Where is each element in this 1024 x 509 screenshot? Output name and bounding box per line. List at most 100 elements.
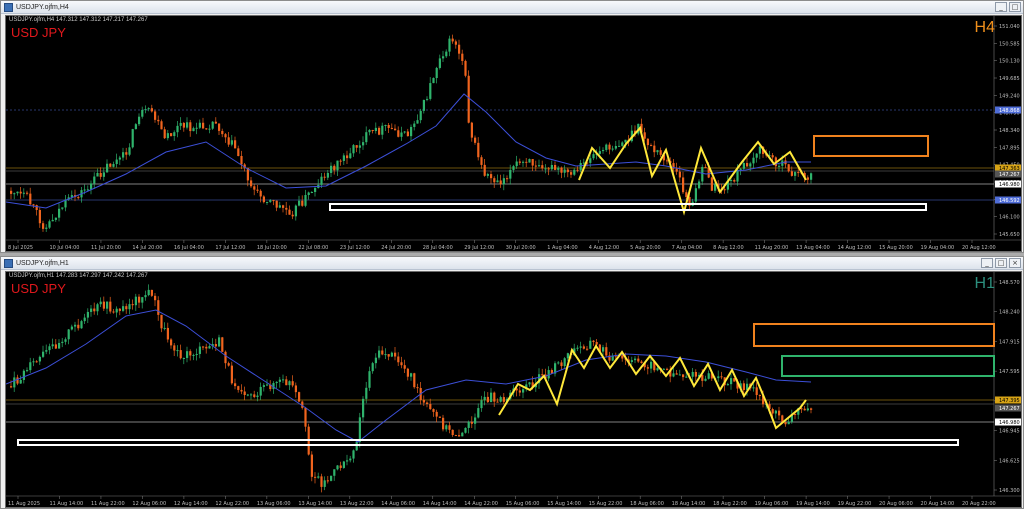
candle-body [221,337,224,352]
minimize-button[interactable]: _ [995,2,1007,12]
candle-body [787,421,790,425]
maximize-button[interactable]: □ [1009,2,1021,12]
candle-body [259,386,262,396]
candle-body [96,304,99,312]
candle-body [438,58,441,68]
price-badge-label: 147.267 [999,406,1020,412]
candle-body [477,408,480,418]
candle-body [371,363,374,372]
time-axis-label: 12 Aug 06:00 [132,501,166,507]
candle-body [429,83,432,99]
candle-body [771,155,774,158]
candle-body [582,346,585,349]
candle-body [51,219,54,222]
close-button[interactable]: × [1009,258,1021,268]
candle-body [445,51,448,57]
candle-body [650,361,653,369]
candle-body [490,174,493,179]
time-axis-label: 20 Aug 22:00 [962,501,996,507]
candle-body [573,169,576,175]
h4-chart-area[interactable]: 151.040 150.585 150.130 149.685 149.240 148.7… [5,15,1022,252]
candle-body [157,300,160,315]
candle-body [131,129,134,148]
candle-body [400,132,403,137]
h1-window-title: USDJPY.ojfm,H1 [16,259,69,267]
candle-body [10,190,13,194]
time-axis-label: 5 Aug 20:00 [630,245,661,251]
candle-body [378,127,381,135]
candle-body [653,145,656,153]
time-axis-label: 1 Aug 04:00 [547,245,578,251]
support-zone-box [329,203,927,211]
candle-body [310,192,313,194]
candle-body [74,324,77,327]
candle-body [227,363,230,366]
candle-body [752,157,755,164]
candle-body [589,158,592,163]
time-axis-label: 13 Aug 04:00 [796,245,830,251]
candle-body [416,387,419,389]
candle-body [224,351,227,364]
h4-window-titlebar[interactable]: USDJPY.ojfm,H4 _ □ [1,1,1023,14]
candle-body [214,344,217,347]
h1-window-titlebar[interactable]: USDJPY.ojfm,H1 _ □ × [1,257,1023,270]
h4-chart-canvas[interactable]: 151.040150.585150.130149.685149.240148.7… [6,16,1022,252]
candle-body [234,383,237,387]
candle-body [80,321,83,329]
h1-chart-area[interactable]: 148.570148.240147.915147.595147.270146.9… [5,271,1022,508]
price-axis-label: 149.685 [999,76,1020,82]
candle-body [90,308,93,312]
candle-body [579,163,582,171]
candle-body [214,121,217,124]
candle-body [262,196,265,203]
candle-body [198,346,201,354]
candle-body [256,189,259,191]
candle-body [106,163,109,173]
candle-body [266,201,269,203]
time-axis-label: 13 Aug 22:00 [340,501,374,507]
price-axis-label: 151.040 [999,24,1020,30]
candle-body [163,129,166,139]
candle-body [333,469,336,476]
candle-body [38,210,41,224]
candle-body [179,350,182,359]
candle-body [579,346,582,348]
candle-body [186,122,189,128]
candle-body [730,378,733,385]
price-axis-label: 146.625 [999,458,1020,464]
time-axis-label: 23 Jul 12:00 [340,245,370,251]
candle-body [368,371,371,388]
candle-body [806,177,809,180]
candle-body [77,197,80,199]
minimize-button[interactable]: _ [981,258,993,268]
candle-body [544,168,547,170]
candle-body [714,184,717,191]
candle-body [467,421,470,428]
candle-body [442,417,445,430]
candle-body [134,296,137,306]
candle-body [566,169,569,173]
candle-body [262,385,265,387]
candle-body [294,205,297,217]
chart-window-icon [4,258,13,268]
candle-body [48,346,51,351]
candle-body [131,304,134,306]
candle-body [618,145,621,147]
time-axis-label: 30 Jul 20:00 [506,245,536,251]
candle-body [381,350,384,355]
candle-body [570,172,573,175]
h1-chart-canvas[interactable]: 148.570148.240147.915147.595147.270146.9… [6,272,1022,508]
maximize-button[interactable]: □ [995,258,1007,268]
time-axis-label: 18 Aug 06:00 [630,501,664,507]
price-axis-label: 146.300 [999,488,1020,494]
candle-body [147,289,150,296]
candle-body [403,131,406,133]
candle-body [163,327,166,329]
candle-body [413,123,416,127]
time-axis-label: 18 Aug 14:00 [672,501,706,507]
candle-body [394,128,397,131]
candle-body [45,227,48,229]
candle-body [486,174,489,176]
price-axis-label: 149.240 [999,93,1020,99]
candle-body [58,208,61,218]
